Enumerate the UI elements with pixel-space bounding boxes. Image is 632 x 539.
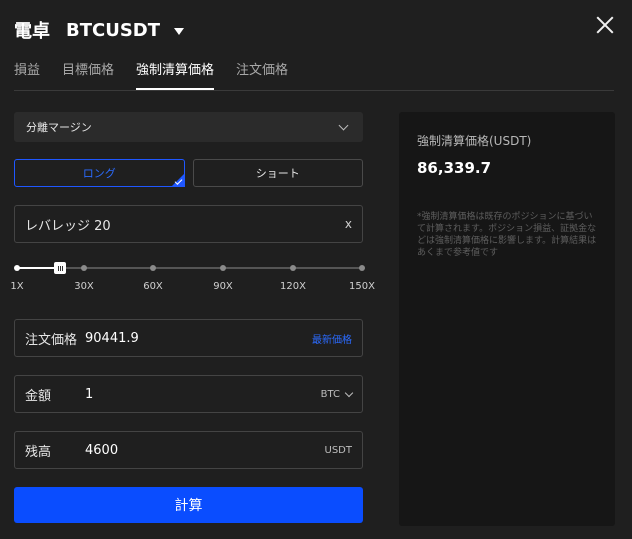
long-button[interactable]: ロング bbox=[14, 159, 185, 187]
short-label: ショート bbox=[255, 167, 300, 180]
balance-value[interactable]: 4600 bbox=[85, 443, 325, 458]
chevron-down-icon bbox=[338, 120, 349, 130]
tick-label: 150X bbox=[349, 281, 375, 292]
symbol-selector[interactable]: BTCUSDT bbox=[66, 20, 160, 41]
margin-mode-select[interactable]: 分離マージン bbox=[14, 112, 363, 142]
tick-label: 1X bbox=[10, 281, 24, 292]
leverage-value: レバレッジ 20 bbox=[25, 218, 111, 234]
tab-liquidation-price[interactable]: 強制清算価格 bbox=[136, 60, 215, 90]
amount-unit-select[interactable]: BTC bbox=[320, 388, 354, 400]
chevron-down-icon bbox=[344, 388, 354, 397]
amount-field[interactable]: 金額 1 BTC bbox=[14, 375, 363, 413]
position-side-toggle: ロング ショート bbox=[14, 159, 363, 187]
leverage-slider[interactable] bbox=[14, 259, 365, 279]
balance-field[interactable]: 残高 4600 USDT bbox=[14, 431, 363, 469]
tick-label: 90X bbox=[213, 281, 233, 292]
tick-label: 120X bbox=[280, 281, 306, 292]
leverage-input[interactable]: レバレッジ 20 x bbox=[14, 205, 363, 243]
tick-label: 60X bbox=[143, 281, 163, 292]
slider-track bbox=[16, 267, 363, 269]
caret-down-icon[interactable] bbox=[174, 27, 185, 35]
header: 電卓 BTCUSDT bbox=[14, 14, 185, 46]
tab-pnl[interactable]: 損益 bbox=[14, 60, 40, 90]
calculator-form: 分離マージン ロング ショート レバレッジ 20 x 1X 30X 60X 90… bbox=[10, 112, 375, 523]
result-title: 強制清算価格(USDT) bbox=[417, 134, 532, 148]
tick-label: 30X bbox=[74, 281, 94, 292]
clear-leverage-icon[interactable]: x bbox=[345, 217, 352, 231]
slider-step[interactable] bbox=[81, 265, 87, 271]
calculator-title: 電卓 bbox=[14, 21, 50, 42]
latest-price-link[interactable]: 最新価格 bbox=[312, 331, 352, 346]
long-label: ロング bbox=[82, 167, 116, 180]
order-price-value[interactable]: 90441.9 bbox=[85, 331, 312, 346]
amount-label: 金額 bbox=[25, 388, 52, 404]
tab-order-price[interactable]: 注文価格 bbox=[236, 60, 288, 90]
tab-bar: 損益 目標価格 強制清算価格 注文価格 bbox=[14, 60, 614, 91]
tab-target-price[interactable]: 目標価格 bbox=[62, 60, 114, 90]
amount-value[interactable]: 1 bbox=[85, 387, 321, 402]
result-note: *強制清算価格は既存のポジションに基づいて計算されます。ポジション損益、証拠金な… bbox=[417, 212, 597, 258]
slider-step[interactable] bbox=[290, 265, 296, 271]
margin-mode-value: 分離マージン bbox=[26, 121, 92, 134]
slider-step[interactable] bbox=[359, 265, 365, 271]
calculate-button[interactable]: 計算 bbox=[14, 487, 363, 523]
order-price-label: 注文価格 bbox=[25, 332, 78, 348]
order-price-field[interactable]: 注文価格 90441.9 最新価格 bbox=[14, 319, 363, 357]
balance-unit: USDT bbox=[324, 444, 352, 456]
close-icon[interactable] bbox=[594, 14, 616, 36]
slider-step[interactable] bbox=[220, 265, 226, 271]
short-button[interactable]: ショート bbox=[192, 159, 363, 187]
slider-step[interactable] bbox=[150, 265, 156, 271]
balance-label: 残高 bbox=[25, 444, 52, 460]
slider-ticks: 1X 30X 60X 90X 120X 150X bbox=[10, 281, 375, 297]
slider-handle[interactable] bbox=[54, 262, 66, 274]
result-panel: 強制清算価格(USDT) 86,339.7 *強制清算価格は既存のポジションに基… bbox=[399, 112, 615, 526]
result-value: 86,339.7 bbox=[417, 159, 492, 177]
amount-unit: BTC bbox=[320, 388, 340, 400]
slider-step[interactable] bbox=[14, 265, 20, 271]
